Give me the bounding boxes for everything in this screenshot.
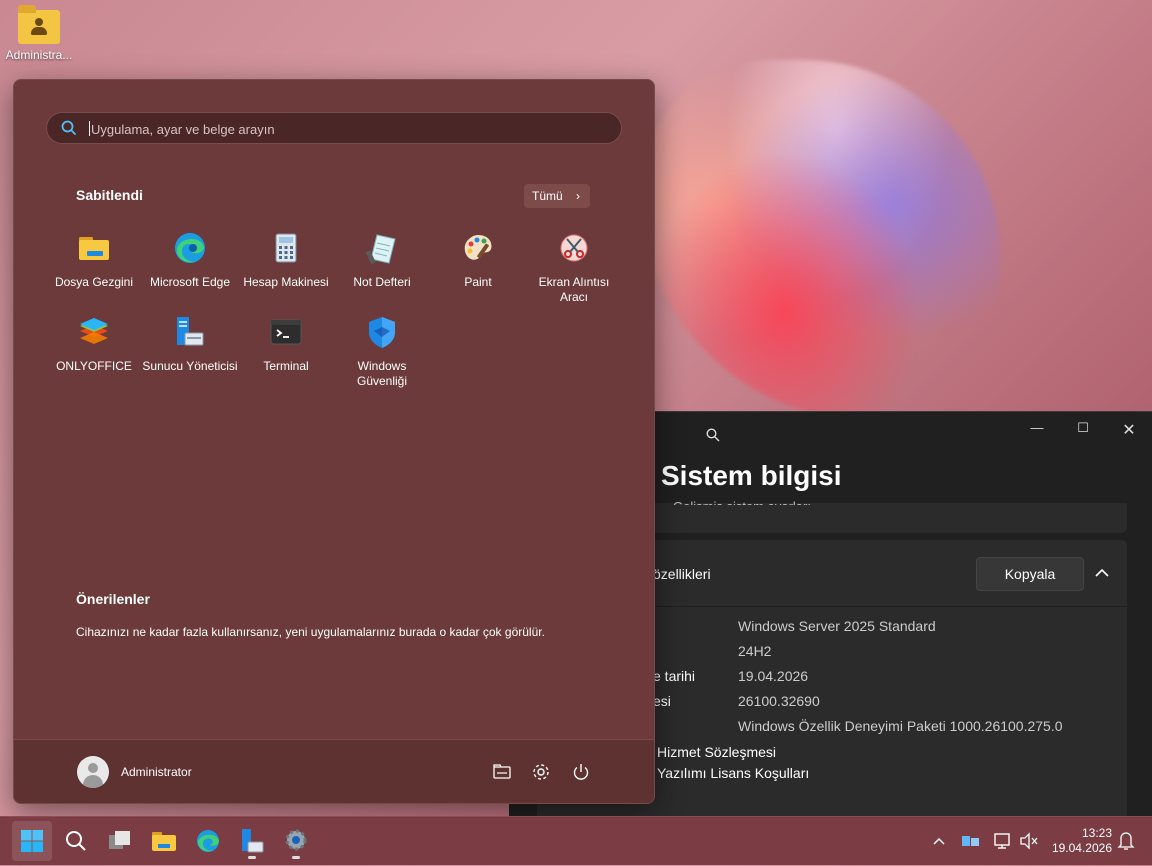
onlyoffice-icon: [80, 318, 108, 344]
avatar[interactable]: [77, 756, 109, 788]
server-manager-icon: [242, 829, 264, 853]
clock-time: 13:23: [1081, 826, 1112, 840]
taskbar-search-button[interactable]: [56, 821, 96, 861]
calculator-icon: [275, 233, 297, 263]
notification-bell-icon[interactable]: [1116, 817, 1136, 865]
spec-value-build: 26100.32690: [738, 693, 820, 709]
user-name[interactable]: Administrator: [121, 765, 192, 779]
recommended-title: Önerilenler: [76, 591, 150, 607]
chevron-up-icon[interactable]: [930, 817, 948, 865]
spec-value-edition: Windows Server 2025 Standard: [738, 618, 936, 634]
service-agreement-link[interactable]: Hizmet Sözleşmesi: [657, 744, 776, 760]
app-label: Dosya Gezgini: [54, 275, 134, 289]
start-search-box[interactable]: [46, 112, 622, 145]
app-label: Windows Güvenliği: [356, 359, 408, 388]
minimize-button[interactable]: —: [1014, 420, 1060, 440]
spec-label-build: esi: [653, 693, 671, 709]
spec-value-experience: Windows Özellik Deneyimi Paketi 1000.261…: [738, 718, 1063, 734]
clock-date: 19.04.2026: [1051, 841, 1112, 855]
specs-title: özellikleri: [653, 566, 711, 582]
taskbar-edge[interactable]: [188, 821, 228, 861]
pinned-app-file-explorer[interactable]: Dosya Gezgini: [46, 231, 142, 290]
pinned-title: Sabitlendi: [76, 187, 143, 203]
text-caret: [89, 121, 90, 136]
license-terms-link[interactable]: Yazılımı Lisans Koşulları: [657, 765, 809, 781]
taskbar: 13:23 19.04.2026: [0, 816, 1152, 865]
pinned-app-server-manager[interactable]: Sunucu Yöneticisi: [142, 315, 238, 374]
spec-value-install-date: 19.04.2026: [738, 668, 809, 684]
network-devices-icon[interactable]: [960, 817, 982, 865]
task-view-icon: [109, 831, 130, 849]
task-view-button[interactable]: [100, 821, 140, 861]
all-apps-button[interactable]: Tümü ›: [524, 184, 590, 208]
speaker-muted-icon[interactable]: [1018, 817, 1040, 865]
search-icon[interactable]: [706, 428, 720, 442]
pinned-app-snipping-tool[interactable]: Ekran Alıntısı Aracı: [526, 231, 622, 305]
desktop-icon-administrator[interactable]: Administra...: [4, 5, 74, 62]
paint-icon: [464, 235, 492, 260]
pinned-app-onlyoffice[interactable]: ONLYOFFICE: [46, 315, 142, 374]
all-apps-label: Tümü: [532, 189, 563, 203]
taskbar-server-manager[interactable]: [232, 821, 272, 861]
windows-logo-icon: [21, 830, 43, 852]
app-label: Sunucu Yöneticisi: [142, 359, 238, 373]
chevron-up-icon[interactable]: [1091, 562, 1113, 584]
wallpaper-flower: [640, 60, 1000, 420]
pinned-app-edge[interactable]: Microsoft Edge: [142, 231, 238, 290]
start-menu: Sabitlendi Tümü › Dosya Gezgini Microsof…: [13, 79, 655, 804]
copy-button[interactable]: Kopyala: [976, 557, 1084, 591]
pinned-app-calculator[interactable]: Hesap Makinesi: [238, 231, 334, 290]
file-explorer-icon: [79, 237, 109, 260]
search-icon: [61, 120, 77, 136]
edge-icon: [175, 233, 205, 263]
pinned-app-terminal[interactable]: Terminal: [238, 315, 334, 374]
app-label: ONLYOFFICE: [56, 359, 132, 373]
taskbar-clock[interactable]: 13:23 19.04.2026: [1046, 826, 1112, 856]
running-indicator: [248, 856, 256, 859]
search-icon: [66, 831, 86, 851]
pinned-app-windows-security[interactable]: Windows Güvenliği: [334, 315, 430, 389]
taskbar-file-explorer[interactable]: [144, 821, 184, 861]
app-label: Ekran Alıntısı Aracı: [538, 275, 610, 304]
app-label: Not Defteri: [353, 275, 411, 289]
desktop-icon-label: Administra...: [5, 48, 73, 62]
start-button[interactable]: [12, 821, 52, 861]
edge-icon: [197, 830, 219, 852]
taskbar-settings[interactable]: [276, 821, 316, 861]
documents-folder-icon[interactable]: [492, 762, 512, 782]
terminal-icon: [270, 319, 302, 345]
user-folder-icon: [18, 5, 60, 44]
chevron-right-icon: ›: [576, 189, 580, 203]
server-manager-icon: [177, 317, 204, 346]
gear-icon[interactable]: [531, 762, 551, 782]
close-button[interactable]: ✕: [1106, 420, 1152, 440]
app-label: Terminal: [263, 359, 309, 373]
snipping-tool-icon: [560, 234, 588, 262]
advanced-settings-link[interactable]: Gelişmiş sistem ayarları: [673, 499, 811, 505]
running-indicator: [292, 856, 300, 859]
windows-security-icon: [369, 317, 395, 348]
notepad-icon: [365, 234, 396, 265]
pinned-app-notepad[interactable]: Not Defteri: [334, 231, 430, 290]
spec-label-install-date: e tarihi: [653, 668, 696, 684]
file-explorer-icon: [152, 832, 176, 851]
app-label: Microsoft Edge: [149, 275, 231, 289]
spec-value-version: 24H2: [738, 643, 772, 659]
page-title: Sistem bilgisi: [661, 460, 842, 491]
app-label: Hesap Makinesi: [243, 275, 329, 289]
gear-icon: [285, 829, 307, 851]
pinned-app-paint[interactable]: Paint: [430, 231, 526, 290]
power-icon[interactable]: [571, 762, 591, 782]
recommended-empty-text: Cihazınızı ne kadar fazla kullanırsanız,…: [76, 625, 545, 639]
start-footer: Administrator: [14, 739, 654, 803]
start-search-input[interactable]: [89, 113, 613, 145]
maximize-button[interactable]: ☐: [1060, 420, 1106, 440]
network-icon[interactable]: [992, 817, 1014, 865]
app-label: Paint: [464, 275, 492, 289]
